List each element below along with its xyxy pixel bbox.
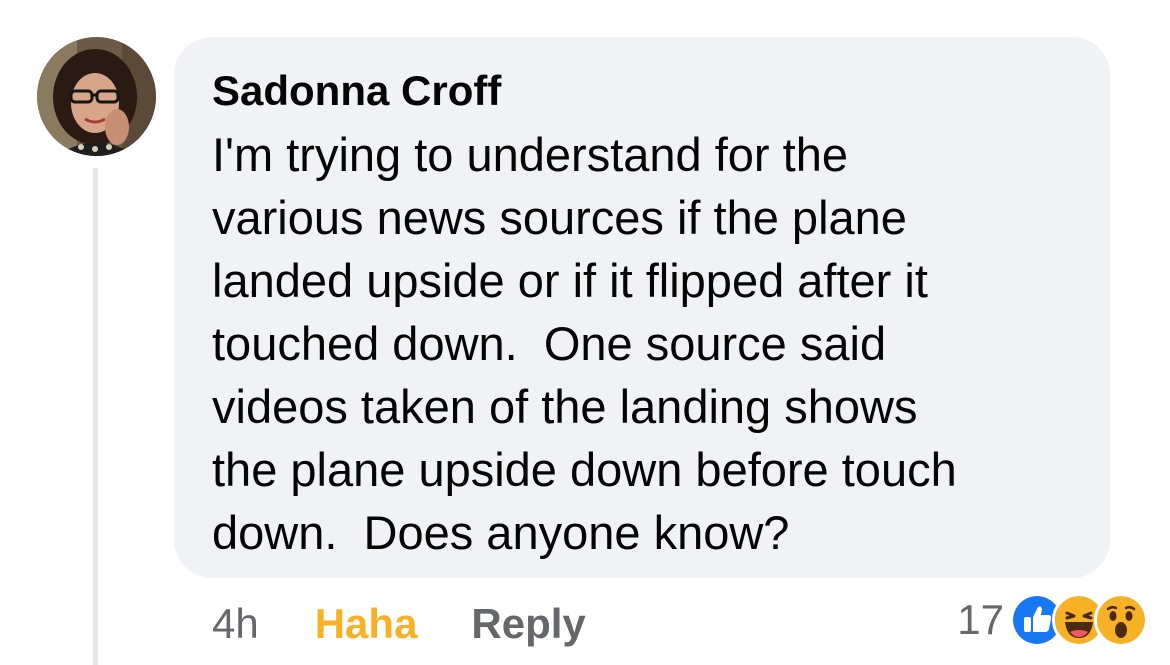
reaction-icons: [1010, 593, 1148, 647]
reply-button[interactable]: Reply: [471, 600, 585, 648]
comment-bubble: Sadonna Croff I'm trying to understand f…: [174, 37, 1110, 578]
comment-actions: 4h Haha Reply: [212, 596, 586, 652]
reaction-count: 17: [957, 596, 1004, 643]
avatar[interactable]: [37, 37, 156, 156]
haha-reaction-button[interactable]: Haha: [315, 600, 418, 648]
thread-line: [93, 168, 98, 665]
avatar-image: [37, 37, 156, 156]
comment-timestamp[interactable]: 4h: [212, 600, 259, 648]
reaction-summary[interactable]: 17: [957, 592, 1148, 648]
comment-author[interactable]: Sadonna Croff: [212, 67, 501, 115]
wow-icon: [1094, 593, 1148, 647]
comment-text: I'm trying to understand for the various…: [212, 128, 957, 559]
